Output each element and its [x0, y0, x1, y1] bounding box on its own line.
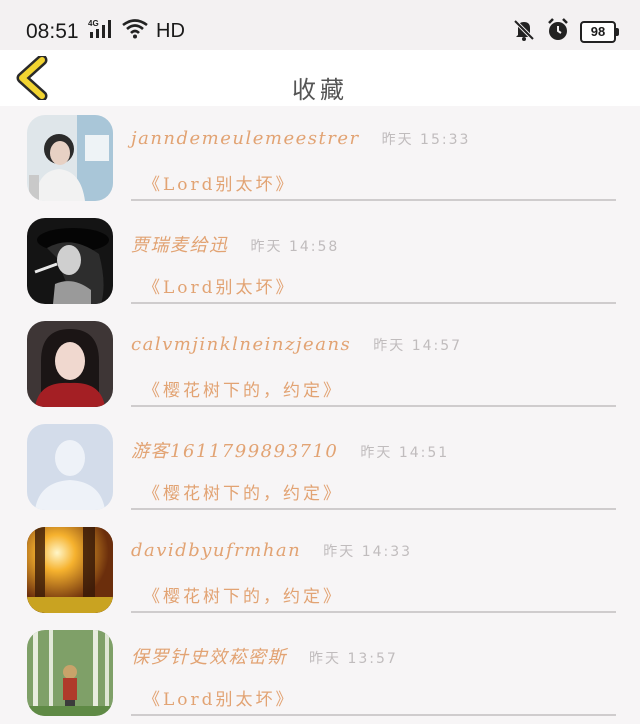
user-name[interactable]: davidbyufrmhan	[131, 540, 301, 561]
divider	[131, 302, 616, 304]
list-item[interactable]: janndemeulemeestrer 昨天 15:33 《Lord别太坏》	[0, 106, 640, 209]
page-header: 收藏	[0, 50, 640, 106]
divider	[131, 714, 616, 716]
avatar[interactable]	[27, 115, 113, 201]
divider	[131, 199, 616, 201]
user-name[interactable]: 贾瑞麦给迅	[131, 231, 229, 257]
user-name[interactable]: calvmjinklneinzjeans	[131, 334, 351, 355]
item-meta: janndemeulemeestrer 昨天 15:33	[131, 128, 470, 149]
avatar[interactable]	[27, 527, 113, 613]
item-meta: 贾瑞麦给迅 昨天 14:58	[131, 231, 339, 257]
battery-icon: 98	[580, 21, 619, 43]
timestamp: 昨天 14:58	[250, 239, 340, 255]
item-meta: 保罗针史效菘密斯 昨天 13:57	[131, 643, 398, 669]
avatar[interactable]	[27, 424, 113, 510]
user-name[interactable]: 保罗针史效菘密斯	[131, 643, 287, 669]
status-time: 08:51	[26, 20, 79, 43]
user-name[interactable]: 游客1611799893710	[131, 437, 338, 463]
divider	[131, 611, 616, 613]
divider	[131, 405, 616, 407]
status-right-icons: 98	[512, 18, 619, 46]
list-item[interactable]: 贾瑞麦给迅 昨天 14:58 《Lord别太坏》	[0, 209, 640, 312]
status-left-icons: 4G HD	[88, 18, 185, 44]
work-title[interactable]: 《樱花树下的，约定》	[143, 479, 343, 504]
alarm-icon	[546, 18, 570, 46]
user-name[interactable]: janndemeulemeestrer	[131, 128, 360, 149]
list-item[interactable]: calvmjinklneinzjeans 昨天 14:57 《樱花树下的，约定》	[0, 312, 640, 415]
list-item[interactable]: 游客1611799893710 昨天 14:51 《樱花树下的，约定》	[0, 415, 640, 518]
svg-text:4G: 4G	[88, 19, 99, 28]
work-title[interactable]: 《Lord别太坏》	[143, 685, 296, 710]
timestamp: 昨天 14:33	[323, 544, 413, 560]
divider	[131, 508, 616, 510]
page-title: 收藏	[292, 76, 348, 104]
avatar[interactable]	[27, 630, 113, 716]
status-bar: 08:51 4G HD 98	[0, 0, 640, 50]
work-title[interactable]: 《Lord别太坏》	[143, 273, 296, 298]
list-item[interactable]: davidbyufrmhan 昨天 14:33 《樱花树下的，约定》	[0, 518, 640, 621]
wifi-icon	[122, 19, 148, 43]
hd-label: HD	[156, 19, 185, 42]
avatar[interactable]	[27, 218, 113, 304]
signal-icon: 4G	[88, 18, 116, 44]
timestamp: 昨天 15:33	[381, 132, 471, 148]
mute-bell-icon	[512, 19, 536, 45]
avatar[interactable]	[27, 321, 113, 407]
item-meta: 游客1611799893710 昨天 14:51	[131, 437, 449, 463]
list-item[interactable]: 保罗针史效菘密斯 昨天 13:57 《Lord别太坏》	[0, 621, 640, 724]
work-title[interactable]: 《樱花树下的，约定》	[143, 376, 343, 401]
item-meta: calvmjinklneinzjeans 昨天 14:57	[131, 334, 462, 355]
timestamp: 昨天 13:57	[309, 651, 398, 667]
timestamp: 昨天 14:51	[360, 445, 450, 461]
item-meta: davidbyufrmhan 昨天 14:33	[131, 540, 412, 561]
work-title[interactable]: 《Lord别太坏》	[143, 170, 296, 195]
timestamp: 昨天 14:57	[373, 338, 463, 354]
favorites-list: janndemeulemeestrer 昨天 15:33 《Lord别太坏》 贾…	[0, 106, 640, 724]
work-title[interactable]: 《樱花树下的，约定》	[143, 582, 343, 607]
